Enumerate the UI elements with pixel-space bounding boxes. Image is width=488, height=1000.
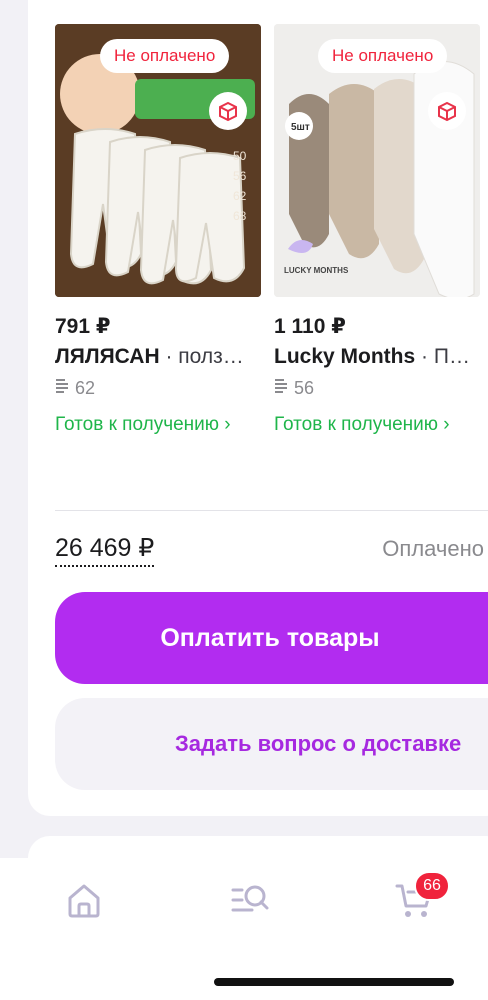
product-brand: ЛЯЛЯСАН	[55, 345, 160, 368]
product-price: 1 110 ₽	[274, 315, 346, 338]
pay-button[interactable]: Оплатить товары	[55, 592, 488, 684]
cart-count-badge: 66	[414, 871, 450, 901]
home-indicator	[214, 978, 454, 986]
product-title[interactable]: Lucky Months · П…	[274, 345, 480, 369]
svg-text:LUCKY MONTHS: LUCKY MONTHS	[284, 266, 349, 275]
availability-link[interactable]: Готов к получению ›	[274, 412, 480, 438]
unpaid-badge: Не оплачено	[100, 39, 230, 73]
svg-text:62: 62	[233, 189, 247, 203]
home-icon[interactable]	[64, 880, 104, 920]
reviews-count: 56	[274, 378, 314, 399]
reviews-value: 62	[75, 378, 96, 398]
availability-link[interactable]: Готов к получению ›	[55, 412, 261, 438]
svg-text:56: 56	[233, 169, 247, 183]
product-category: · П…	[415, 345, 470, 368]
reviews-count: 62	[55, 378, 95, 399]
return-box-icon	[209, 92, 247, 130]
product-title[interactable]: ЛЯЛЯСАН · полз…	[55, 345, 261, 369]
unpaid-badge: Не оплачено	[318, 39, 448, 73]
reviews-icon	[55, 378, 69, 399]
reviews-icon	[274, 378, 288, 399]
svg-text:68: 68	[233, 209, 247, 223]
svg-text:50: 50	[233, 149, 247, 163]
svg-text:5шт: 5шт	[291, 122, 310, 133]
payment-status: Оплачено	[382, 536, 484, 561]
reviews-value: 56	[294, 378, 315, 398]
catalog-search-icon[interactable]	[230, 880, 270, 920]
product-category: · полз…	[159, 345, 244, 368]
return-box-icon	[428, 92, 466, 130]
product-brand: Lucky Months	[274, 345, 416, 368]
ask-delivery-button[interactable]: Задать вопрос о доставке	[55, 698, 488, 790]
product-price: 791 ₽	[55, 315, 111, 338]
order-total[interactable]: 26 469 ₽	[55, 533, 155, 567]
order-card: 50 56 62 68 Не оплачено 791 ₽ ЛЯЛЯСАН · по…	[28, 0, 488, 816]
divider	[55, 510, 488, 511]
